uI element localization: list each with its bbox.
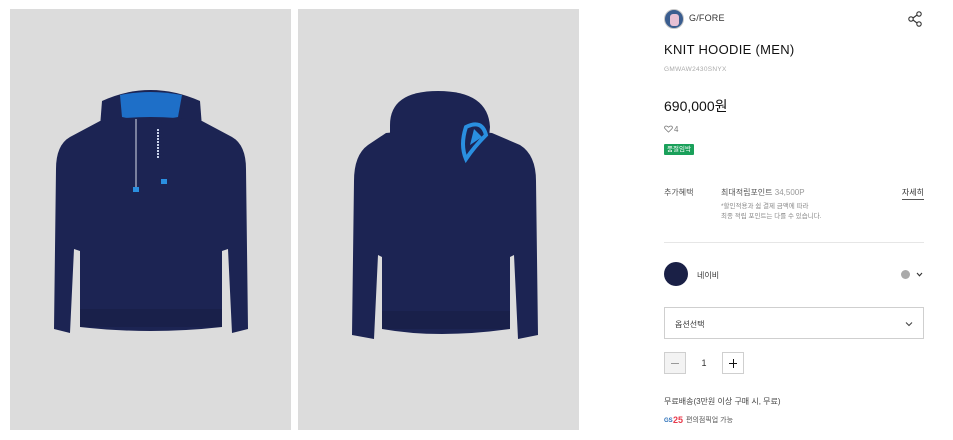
benefit-note-line: *할인적용과 쉼 결제 금액에 따라 — [721, 203, 809, 210]
product-image-front[interactable] — [10, 9, 291, 430]
benefit-point-label: 최대적립포인트 — [721, 188, 773, 197]
option-select-label: 옵션선택 — [675, 320, 705, 329]
color-name: 네이비 — [697, 271, 720, 280]
pickup-info: GS 25 편의점픽업 가능 — [664, 414, 733, 426]
brand-row: G/FORE — [664, 9, 924, 29]
option-select[interactable]: 옵션선택 — [664, 307, 924, 339]
quantity-increase-button[interactable] — [722, 352, 744, 374]
product-title: KNIT HOODIE (MEN) — [664, 42, 795, 57]
chevron-down-icon — [905, 322, 913, 327]
divider — [664, 242, 924, 243]
color-swatch[interactable] — [664, 262, 688, 286]
gs25-logo-icon: GS 25 — [664, 415, 683, 424]
color-indicator-dot — [901, 270, 910, 279]
like-count: 4 — [674, 125, 679, 134]
shipping-info: 무료배송(3만원 이상 구매 시, 무료) — [664, 397, 781, 406]
quantity-value[interactable]: 1 — [686, 352, 722, 374]
color-option[interactable]: 네이비 — [664, 262, 924, 287]
chevron-down-icon[interactable] — [915, 270, 924, 279]
benefit-label: 추가혜택 — [664, 188, 694, 197]
benefit-detail-link[interactable]: 자세히 — [901, 187, 924, 200]
brand-logo[interactable] — [664, 9, 684, 29]
product-info-panel: G/FORE KNIT HOODIE (MEN) GMWAW2430SNYX 6… — [664, 0, 924, 440]
pickup-text: 편의점픽업 가능 — [686, 417, 734, 424]
quantity-stepper: 1 — [664, 352, 744, 374]
status-badge: 품절임박 — [664, 144, 694, 155]
product-code: GMWAW2430SNYX — [664, 66, 727, 73]
share-icon[interactable] — [906, 10, 924, 28]
hoodie-front-illustration — [54, 90, 248, 333]
brand-name[interactable]: G/FORE — [689, 13, 725, 23]
product-image-back[interactable] — [298, 9, 579, 430]
quantity-decrease-button[interactable] — [664, 352, 686, 374]
product-price: 690,000원 — [664, 98, 728, 114]
benefit-point: 최대적립포인트 34,500P — [721, 187, 805, 198]
heart-icon — [664, 125, 673, 133]
benefit-note-line: 최종 적립 포인트는 다를 수 있습니다. — [721, 213, 822, 220]
benefit-point-value: 34,500P — [774, 188, 805, 197]
hoodie-back-illustration — [352, 91, 538, 339]
benefit-note: *할인적용과 쉼 결제 금액에 따라 최종 적립 포인트는 다를 수 있습니다. — [721, 202, 822, 222]
svg-text:GS: GS — [664, 418, 673, 424]
like-button[interactable]: 4 — [664, 125, 678, 135]
minus-icon — [671, 363, 679, 364]
svg-text:25: 25 — [673, 415, 683, 424]
